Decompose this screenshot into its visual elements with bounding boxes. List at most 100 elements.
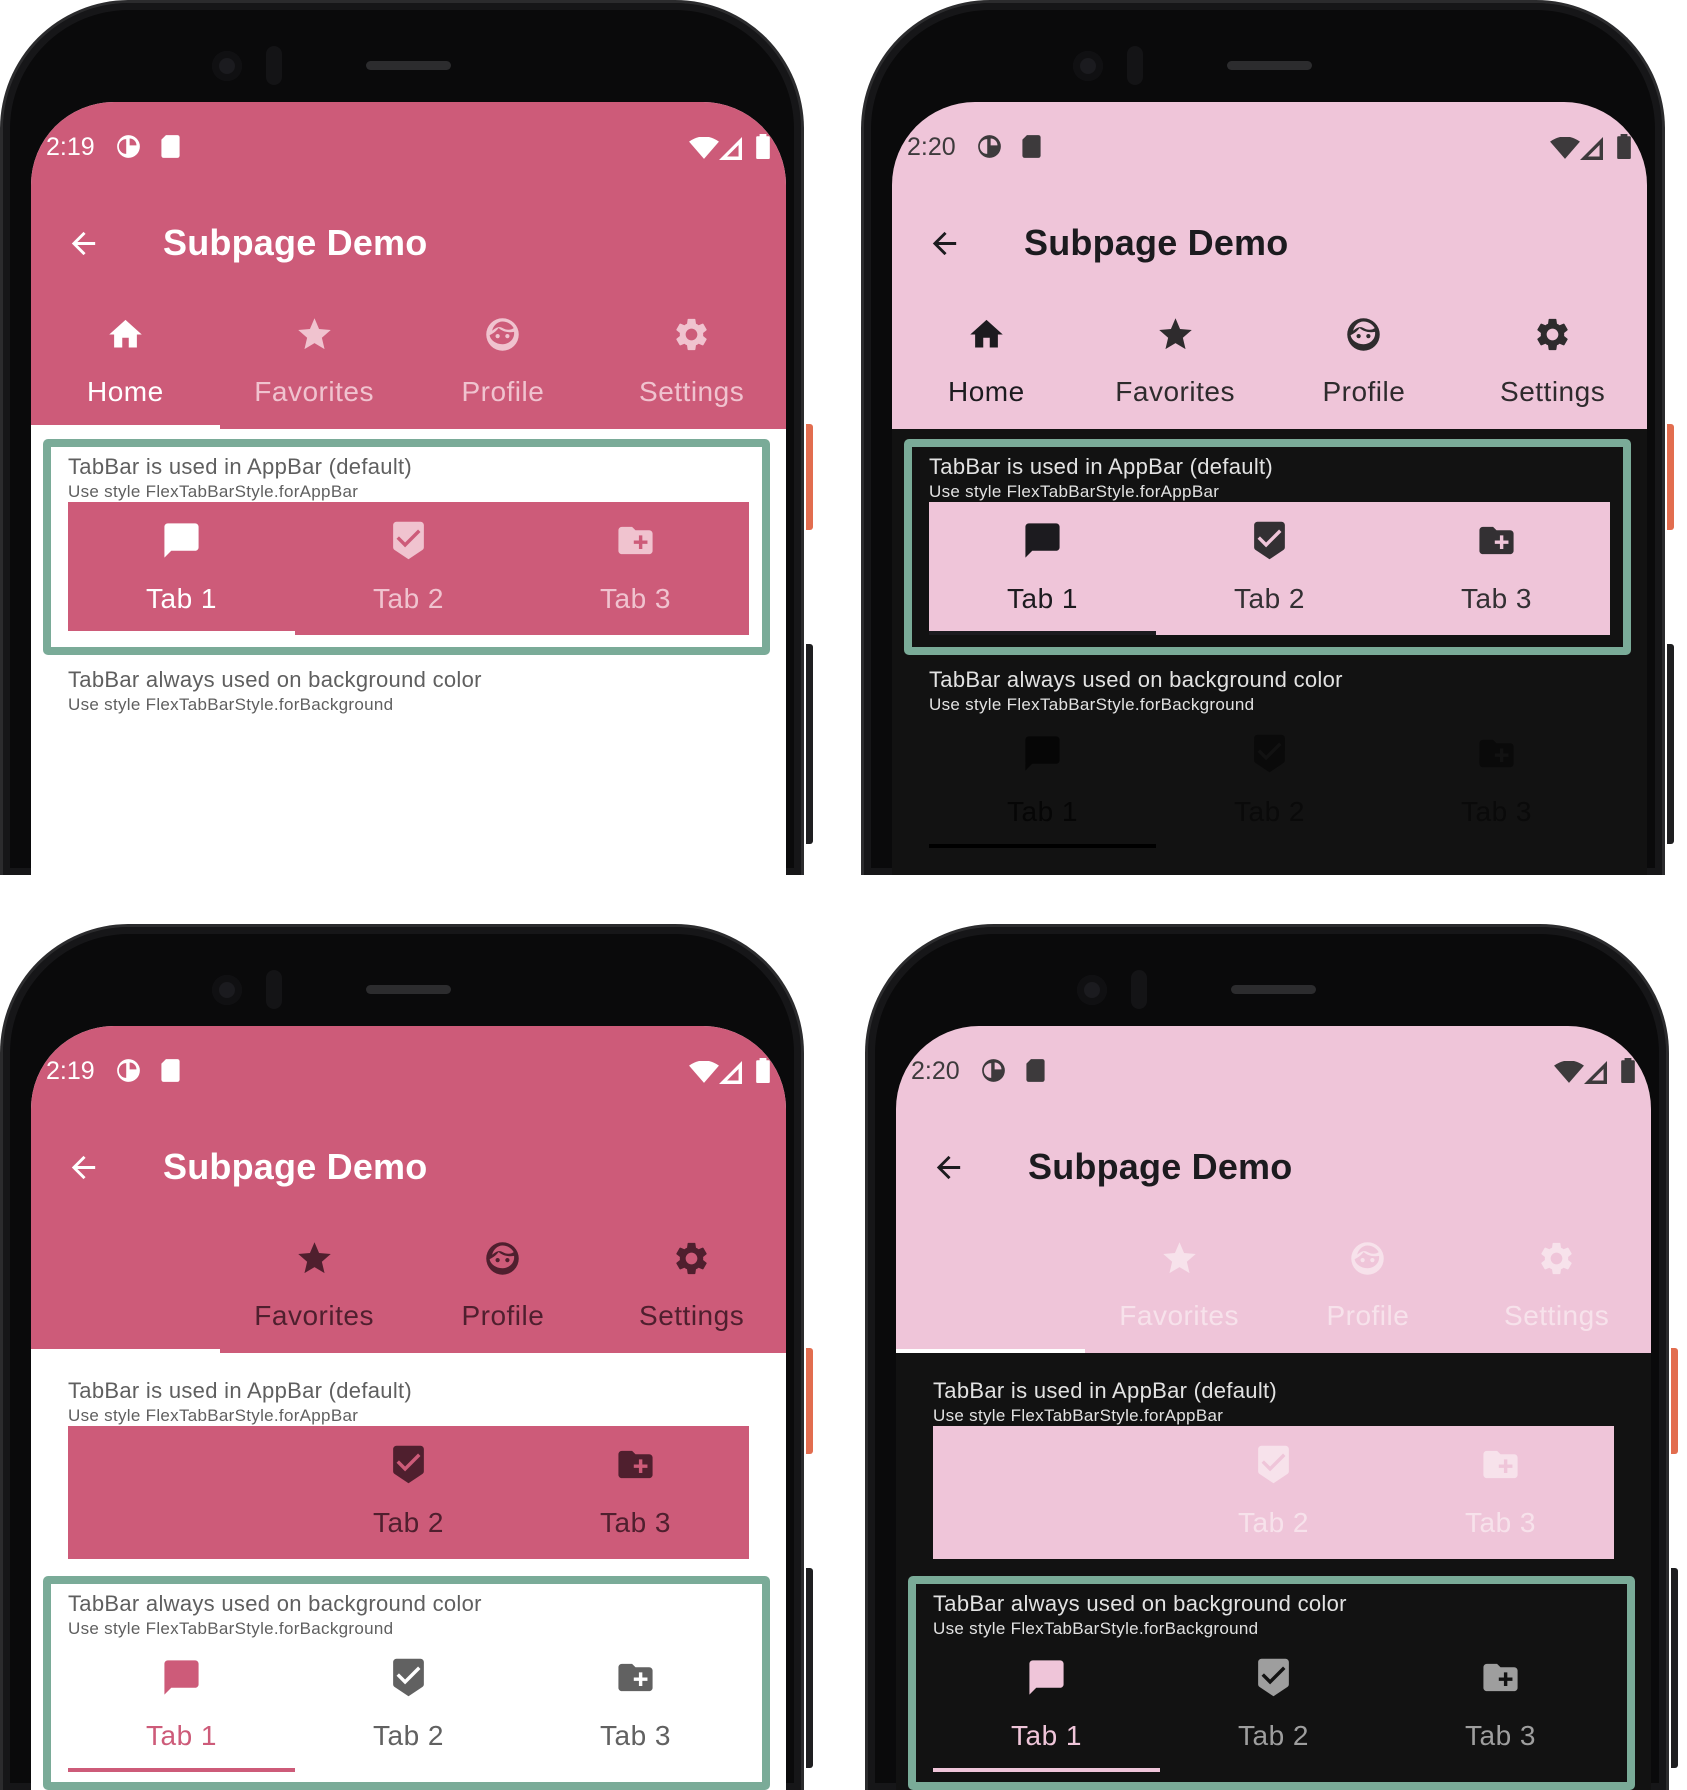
tab-home[interactable]: Home bbox=[31, 298, 220, 429]
tab-tab-3[interactable]: Tab 3 bbox=[1383, 715, 1610, 848]
tab-settings[interactable]: Settings bbox=[1462, 1222, 1651, 1353]
power-button bbox=[1671, 1348, 1678, 1454]
tab-label: Favorites bbox=[254, 376, 374, 407]
tab-label: Tab 3 bbox=[1461, 796, 1532, 827]
status-time: 2:20 bbox=[911, 1057, 960, 1085]
tab-tab-2[interactable]: Tab 2 bbox=[295, 502, 522, 635]
tab-indicator bbox=[892, 425, 1081, 429]
face-icon bbox=[1351, 1241, 1385, 1275]
create-folder-icon bbox=[1483, 1450, 1518, 1478]
star-icon bbox=[297, 1241, 331, 1273]
back-button[interactable] bbox=[66, 226, 101, 261]
tab-profile[interactable]: Profile bbox=[1274, 1222, 1463, 1353]
tab-tab-1[interactable]: Tab 1 bbox=[933, 1639, 1160, 1772]
page-title: Subpage Demo bbox=[163, 222, 428, 263]
tab-label: Home bbox=[948, 376, 1025, 407]
volume-button bbox=[1667, 644, 1674, 844]
tab-settings[interactable]: Settings bbox=[597, 1222, 786, 1353]
tab-tab-3[interactable]: Tab 3 bbox=[522, 1639, 749, 1772]
section-subtitle: Use style FlexTabBarStyle.forAppBar bbox=[933, 1406, 1224, 1425]
create-folder-icon bbox=[1479, 526, 1514, 554]
wifi-icon bbox=[689, 137, 719, 159]
tab-tab-1[interactable]: Tab 1 bbox=[68, 502, 295, 635]
tab-favorites[interactable]: Favorites bbox=[220, 298, 409, 429]
data-saver-icon bbox=[117, 1059, 140, 1082]
app-screen: 2:20 Subpage Demo Favorites Profile Settings… bbox=[896, 1026, 1651, 1790]
tab-label: Tab 1 bbox=[146, 583, 217, 614]
section-title: TabBar is used in AppBar (default) bbox=[68, 1378, 413, 1403]
tab-favorites[interactable]: Favorites bbox=[1085, 1222, 1274, 1353]
back-button[interactable] bbox=[66, 1150, 101, 1185]
back-button[interactable] bbox=[927, 226, 962, 261]
power-button bbox=[806, 1348, 813, 1454]
tab-label: Tab 2 bbox=[1234, 583, 1305, 614]
tab-tab-2[interactable]: Tab 2 bbox=[295, 1426, 522, 1559]
tab-tab-3[interactable]: Tab 3 bbox=[522, 502, 749, 635]
tab-tab-1[interactable]: Tab 1 bbox=[929, 502, 1156, 635]
tab-label: Settings bbox=[1504, 1300, 1610, 1331]
tab-bar: Favorites Profile Settings bbox=[896, 1222, 1651, 1353]
back-button[interactable] bbox=[931, 1150, 966, 1185]
section-title: TabBar always used on background color bbox=[929, 667, 1343, 692]
sensor bbox=[266, 46, 282, 85]
battery-icon bbox=[756, 134, 770, 159]
tab-tab-1[interactable]: Tab 1 bbox=[68, 1639, 295, 1772]
tab-tab-3[interactable]: Tab 3 bbox=[522, 1426, 749, 1559]
tab-label: Profile bbox=[1326, 1300, 1410, 1331]
tab-tab-2[interactable]: Tab 2 bbox=[1160, 1426, 1387, 1559]
tab-settings[interactable]: Settings bbox=[1458, 298, 1647, 429]
tab-slot[interactable] bbox=[933, 1426, 1160, 1559]
beenhere-icon bbox=[1258, 1658, 1289, 1696]
speaker-grille bbox=[1231, 985, 1316, 994]
tab-label: Settings bbox=[639, 376, 745, 407]
page-title: Subpage Demo bbox=[163, 1146, 428, 1187]
tab-tab-2[interactable]: Tab 2 bbox=[1160, 1639, 1387, 1772]
settings-icon bbox=[676, 318, 707, 350]
signal-icon bbox=[719, 137, 742, 160]
phone-mockup: 2:20 Subpage Demo Favorites Profile Settings… bbox=[865, 924, 1687, 1790]
power-button bbox=[806, 424, 813, 530]
section-subtitle: Use style FlexTabBarStyle.forBackground bbox=[68, 695, 394, 714]
chat-icon bbox=[164, 522, 199, 558]
tab-favorites[interactable]: Favorites bbox=[220, 1222, 409, 1353]
tab-profile[interactable]: Profile bbox=[1270, 298, 1459, 429]
create-folder-icon bbox=[1479, 739, 1514, 767]
tab-bar: Home Favorites Profile Settings bbox=[31, 298, 786, 429]
face-icon bbox=[1347, 317, 1381, 351]
tab-tab-2[interactable]: Tab 2 bbox=[1156, 502, 1383, 635]
app-screen: 2:20 Subpage Demo Home Favorites Profile Sett… bbox=[892, 102, 1647, 875]
status-time: 2:19 bbox=[46, 133, 95, 161]
tab-indicator bbox=[68, 631, 295, 635]
tab-slot[interactable] bbox=[68, 1426, 295, 1559]
tab-tab-3[interactable]: Tab 3 bbox=[1387, 1426, 1614, 1559]
tab-tab-1[interactable]: Tab 1 bbox=[929, 715, 1156, 848]
tab-tab-3[interactable]: Tab 3 bbox=[1387, 1639, 1614, 1772]
beenhere-icon bbox=[393, 1445, 424, 1483]
tab-profile[interactable]: Profile bbox=[409, 298, 598, 429]
tab-home[interactable]: Home bbox=[892, 298, 1081, 429]
tab-tab-2[interactable]: Tab 2 bbox=[295, 1639, 522, 1772]
wifi-icon bbox=[1550, 137, 1580, 159]
status-time: 2:20 bbox=[907, 133, 956, 161]
tab-profile[interactable]: Profile bbox=[409, 1222, 598, 1353]
signal-icon bbox=[1584, 1061, 1607, 1084]
tab-label: Profile bbox=[461, 1300, 545, 1331]
camera bbox=[212, 51, 242, 81]
section-title: TabBar always used on background color bbox=[933, 1591, 1347, 1616]
section-title: TabBar is used in AppBar (default) bbox=[933, 1378, 1278, 1403]
chat-icon bbox=[1025, 735, 1060, 771]
sensor bbox=[1131, 970, 1147, 1009]
tab-label: Settings bbox=[1500, 376, 1606, 407]
tab-tab-2[interactable]: Tab 2 bbox=[1156, 715, 1383, 848]
tab-tab-3[interactable]: Tab 3 bbox=[1383, 502, 1610, 635]
sd-card-icon bbox=[161, 135, 180, 158]
create-folder-icon bbox=[618, 526, 653, 554]
chat-icon bbox=[164, 1659, 199, 1695]
arrow-back-icon bbox=[71, 231, 96, 256]
tab-label: Tab 3 bbox=[1465, 1507, 1536, 1538]
create-folder-icon bbox=[618, 1450, 653, 1478]
tab-favorites[interactable]: Favorites bbox=[1081, 298, 1270, 429]
tab-settings[interactable]: Settings bbox=[597, 298, 786, 429]
tab-slot[interactable] bbox=[896, 1222, 1085, 1353]
tab-slot[interactable] bbox=[31, 1222, 220, 1353]
